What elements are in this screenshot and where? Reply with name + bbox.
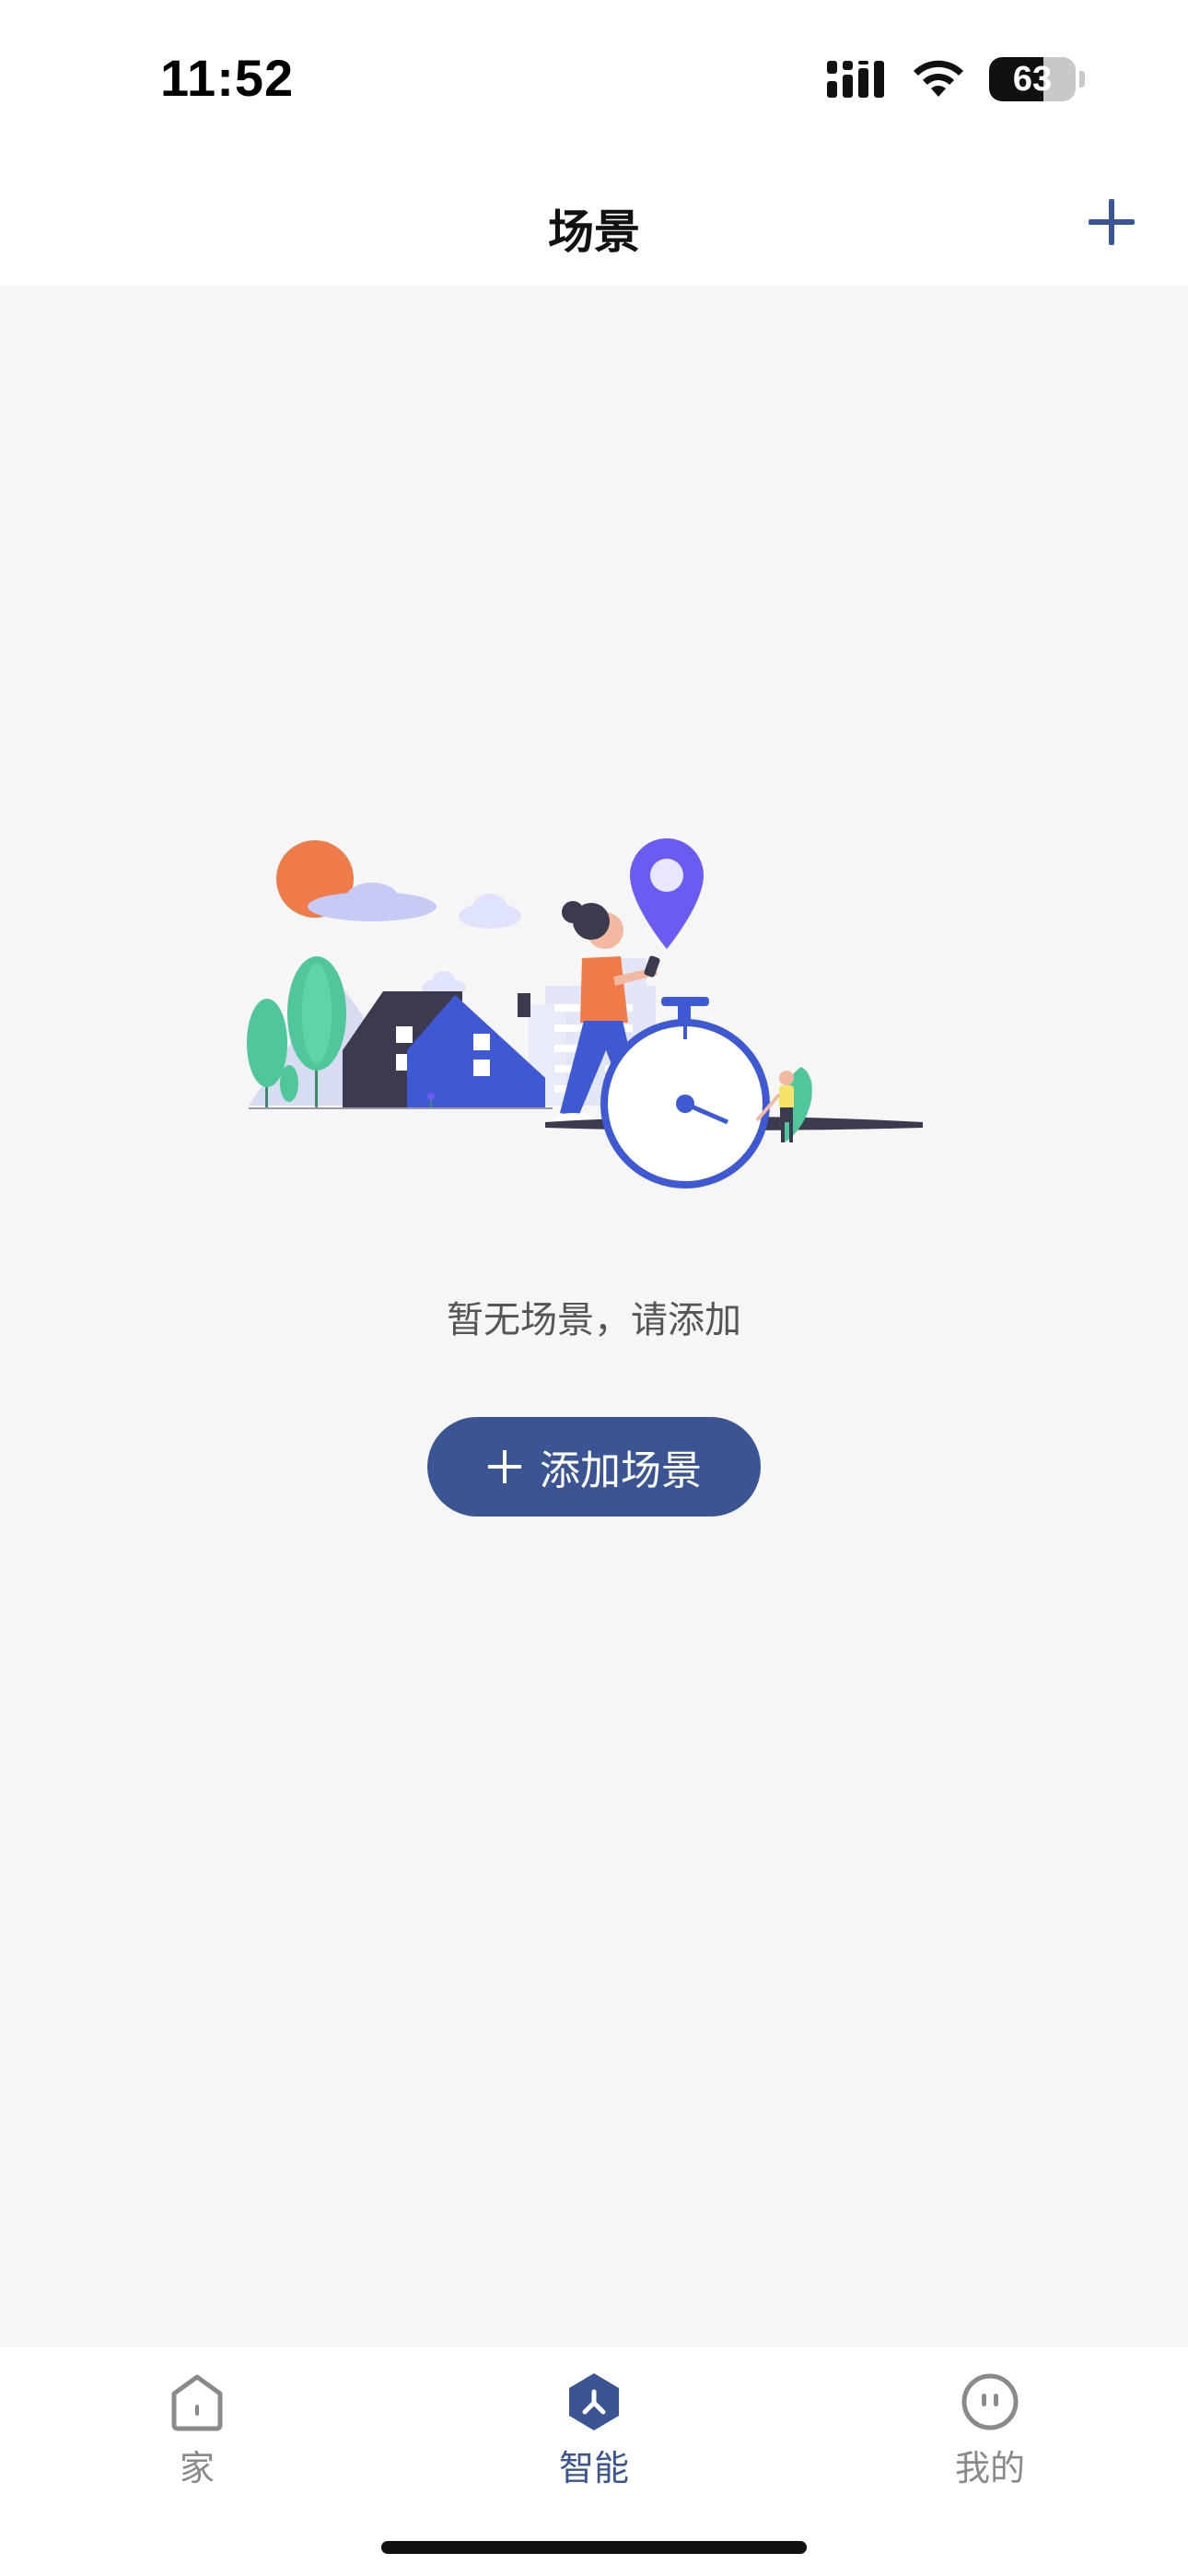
tab-profile[interactable]: 我的 — [898, 2371, 1082, 2490]
tab-profile-label: 我的 — [954, 2448, 1025, 2488]
plus-icon[interactable] — [1079, 190, 1144, 254]
status-icons: 63 — [827, 57, 1085, 101]
profile-icon — [961, 2373, 1019, 2430]
tree-shape — [247, 999, 287, 1087]
wifi-icon — [914, 60, 963, 97]
tab-home[interactable]: 家 — [105, 2371, 289, 2490]
person-body — [580, 956, 628, 1023]
plus-icon — [488, 1450, 521, 1483]
smart-icon — [569, 2373, 619, 2430]
status-time: 11:52 — [160, 49, 295, 107]
empty-state-message: 暂无场景，请添加 — [447, 1299, 741, 1341]
add-scene-button[interactable]: 添加场景 — [427, 1417, 761, 1516]
ground-line — [249, 1107, 553, 1109]
small-person-head — [779, 1071, 794, 1085]
home-icon — [171, 2374, 223, 2431]
tab-smart-label: 智能 — [558, 2448, 629, 2488]
location-pin-shape — [630, 838, 704, 949]
battery-nub — [1079, 71, 1085, 88]
status-bar: 11:52 63 — [0, 0, 1188, 157]
add-scene-label: 添加场景 — [540, 1447, 702, 1494]
battery-icon: 63 — [989, 57, 1076, 101]
signal-icon — [827, 61, 884, 98]
tab-home-label: 家 — [179, 2448, 215, 2488]
nav-bar: 场景 — [0, 157, 1188, 286]
home-indicator — [381, 2541, 807, 2554]
city-person-stopwatch-illustration — [247, 838, 923, 1188]
battery-percent: 63 — [1012, 59, 1053, 99]
tab-smart[interactable]: 智能 — [502, 2371, 686, 2490]
page-title: 场景 — [548, 205, 640, 259]
